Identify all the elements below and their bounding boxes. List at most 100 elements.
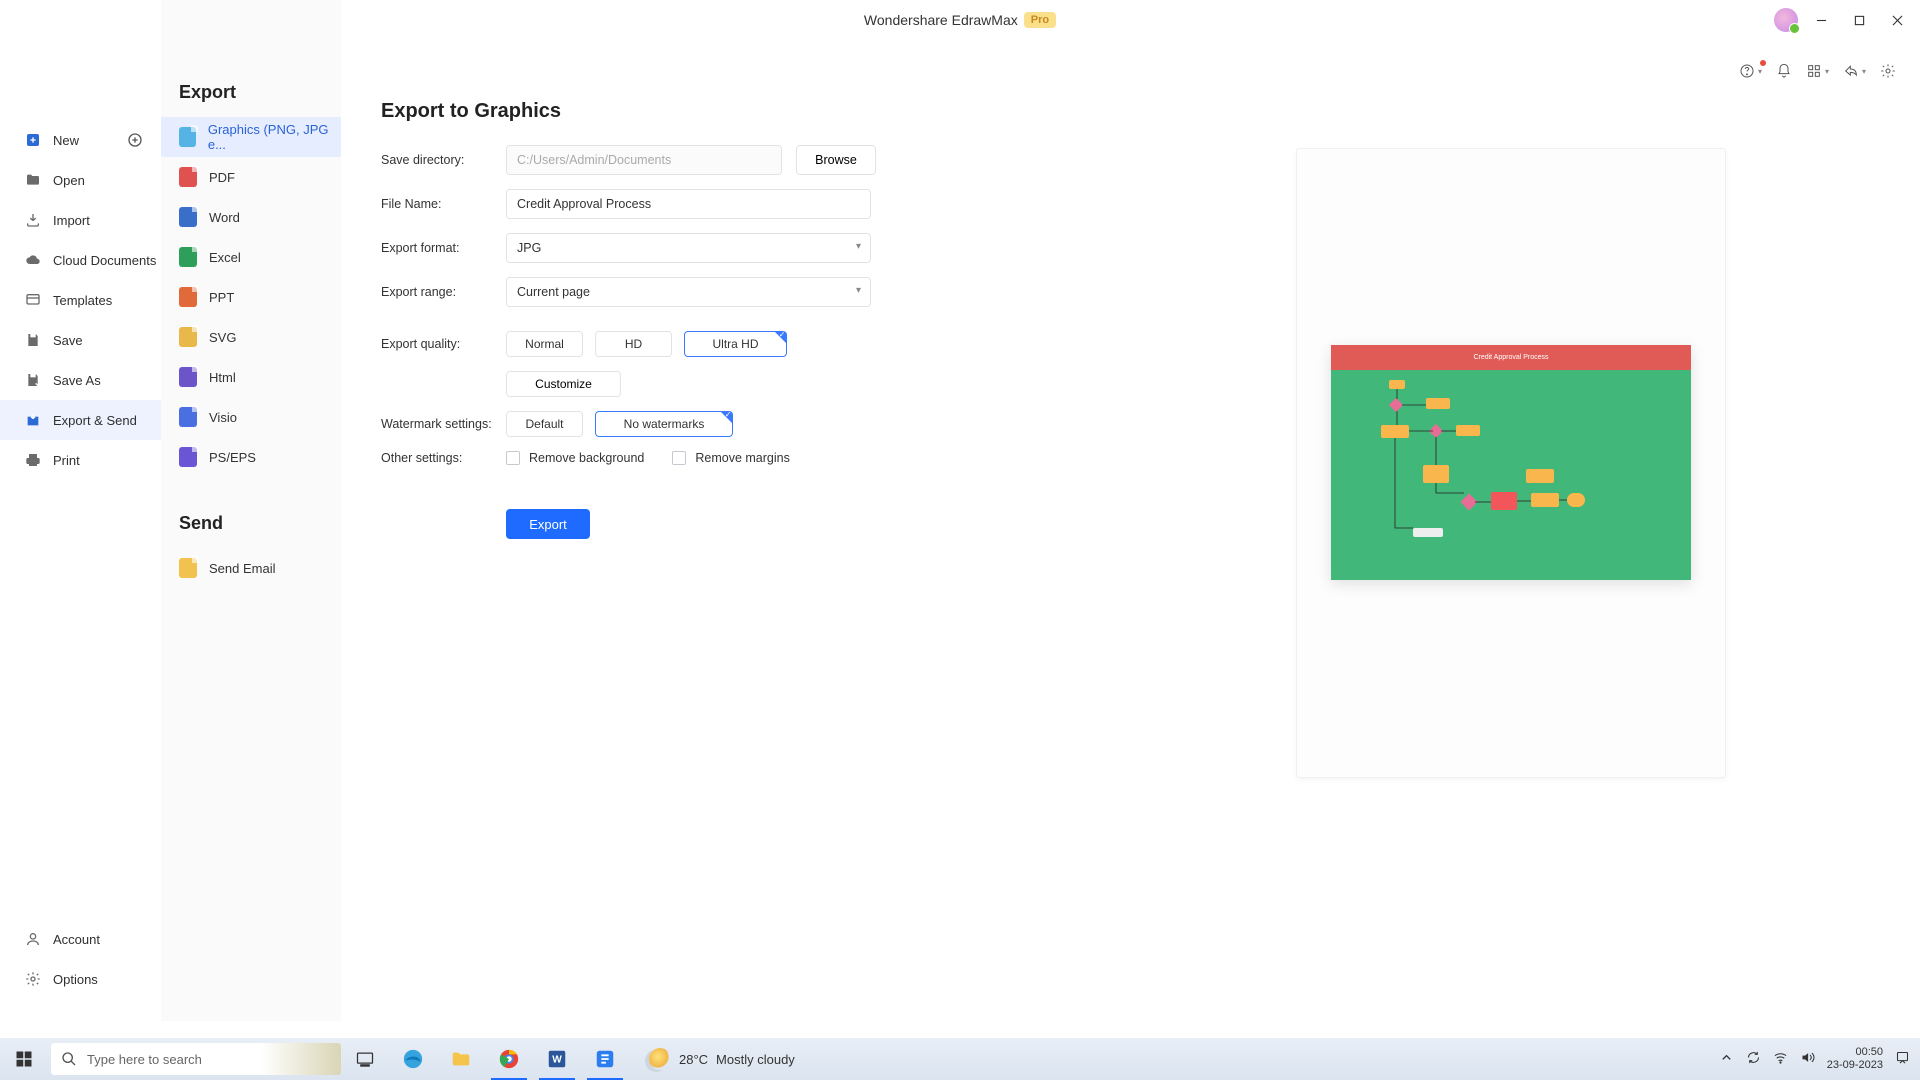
- remove-bg-label: Remove background: [529, 451, 644, 465]
- nav-save[interactable]: Save: [0, 320, 161, 360]
- file-nav: New Open Import Cloud Documents Template…: [0, 0, 161, 1021]
- export-main: Export to Graphics Save directory: C:/Us…: [341, 0, 1920, 1021]
- search-placeholder: Type here to search: [87, 1052, 202, 1067]
- nav-label: Print: [53, 453, 80, 468]
- nav-export-send[interactable]: Export & Send: [0, 400, 161, 440]
- nav-options[interactable]: Options: [0, 959, 161, 999]
- nav-account[interactable]: Account: [0, 919, 161, 959]
- export-range-value: Current page: [517, 285, 590, 299]
- nav-label: Open: [53, 173, 85, 188]
- other-settings-label: Other settings:: [381, 451, 506, 465]
- export-format-select[interactable]: JPG: [506, 233, 871, 263]
- explorer-app[interactable]: [437, 1038, 485, 1080]
- nav-saveas[interactable]: Save As: [0, 360, 161, 400]
- search-decoration: [261, 1043, 341, 1075]
- format-label: Excel: [209, 250, 241, 265]
- remove-bg-checkbox[interactable]: Remove background: [506, 451, 644, 465]
- checkbox-icon: [506, 451, 520, 465]
- tray-chevron[interactable]: [1719, 1050, 1734, 1068]
- taskbar: Type here to search W 28°C Mostly cloudy…: [0, 1038, 1920, 1080]
- nav-templates[interactable]: Templates: [0, 280, 161, 320]
- format-label: Visio: [209, 410, 237, 425]
- add-icon[interactable]: [127, 132, 143, 148]
- nav-open[interactable]: Open: [0, 160, 161, 200]
- chrome-app[interactable]: [485, 1038, 533, 1080]
- send-section-title: Send: [179, 513, 341, 534]
- excel-file-icon: [179, 247, 197, 267]
- format-word[interactable]: Word: [161, 197, 341, 237]
- save-icon: [25, 332, 41, 348]
- nav-new[interactable]: New: [0, 120, 161, 160]
- format-html[interactable]: Html: [161, 357, 341, 397]
- save-dir-input[interactable]: C:/Users/Admin/Documents: [506, 145, 782, 175]
- saveas-icon: [25, 372, 41, 388]
- ppt-file-icon: [179, 287, 197, 307]
- remove-margins-checkbox[interactable]: Remove margins: [672, 451, 789, 465]
- nav-cloud[interactable]: Cloud Documents: [0, 240, 161, 280]
- tray-wifi-icon[interactable]: [1773, 1050, 1788, 1068]
- format-label: Word: [209, 210, 240, 225]
- quality-ultra-label: Ultra HD: [712, 337, 758, 351]
- print-icon: [25, 452, 41, 468]
- quality-ultra-hd[interactable]: Ultra HD: [684, 331, 787, 357]
- watermark-none[interactable]: No watermarks: [595, 411, 733, 437]
- edge-app[interactable]: [389, 1038, 437, 1080]
- export-format-value: JPG: [517, 241, 541, 255]
- check-icon: [775, 332, 786, 343]
- gear-icon: [25, 971, 41, 987]
- quality-normal[interactable]: Normal: [506, 331, 583, 357]
- watermark-default[interactable]: Default: [506, 411, 583, 437]
- format-excel[interactable]: Excel: [161, 237, 341, 277]
- start-button[interactable]: [0, 1038, 48, 1080]
- format-label: PPT: [209, 290, 234, 305]
- export-format-panel: Export Graphics (PNG, JPG e... PDF Word …: [161, 0, 341, 1021]
- nav-label: Import: [53, 213, 90, 228]
- format-label: SVG: [209, 330, 236, 345]
- file-name-input[interactable]: Credit Approval Process: [506, 189, 871, 219]
- tray-sync-icon[interactable]: [1746, 1050, 1761, 1068]
- nav-label: Save: [53, 333, 83, 348]
- template-icon: [25, 292, 41, 308]
- date: 23-09-2023: [1827, 1059, 1883, 1072]
- export-range-select[interactable]: Current page: [506, 277, 871, 307]
- search-icon: [61, 1051, 77, 1067]
- export-range-label: Export range:: [381, 285, 506, 299]
- page-title: Export to Graphics: [381, 100, 1880, 123]
- search-input[interactable]: Type here to search: [51, 1043, 341, 1075]
- browse-button[interactable]: Browse: [796, 145, 876, 175]
- nav-import[interactable]: Import: [0, 200, 161, 240]
- word-app[interactable]: W: [533, 1038, 581, 1080]
- format-graphics[interactable]: Graphics (PNG, JPG e...: [161, 117, 341, 157]
- weather-widget[interactable]: 28°C Mostly cloudy: [649, 1048, 795, 1070]
- send-email[interactable]: Send Email: [161, 548, 341, 588]
- pdf-file-icon: [179, 167, 197, 187]
- tray-volume-icon[interactable]: [1800, 1050, 1815, 1068]
- nav-label: New: [53, 133, 79, 148]
- image-file-icon: [179, 127, 196, 147]
- export-button[interactable]: Export: [506, 509, 590, 539]
- folder-icon: [25, 172, 41, 188]
- nav-print[interactable]: Print: [0, 440, 161, 480]
- save-dir-label: Save directory:: [381, 153, 506, 167]
- format-ppt[interactable]: PPT: [161, 277, 341, 317]
- clock[interactable]: 00:50 23-09-2023: [1827, 1046, 1883, 1071]
- preview-flow: [1331, 370, 1691, 580]
- notification-center[interactable]: [1895, 1050, 1910, 1068]
- quality-hd[interactable]: HD: [595, 331, 672, 357]
- nav-label: Account: [53, 932, 100, 947]
- edraw-app[interactable]: [581, 1038, 629, 1080]
- format-pdf[interactable]: PDF: [161, 157, 341, 197]
- mail-icon: [179, 558, 197, 578]
- format-label: Graphics (PNG, JPG e...: [208, 122, 341, 152]
- weather-icon: [649, 1048, 671, 1070]
- format-pseps[interactable]: PS/EPS: [161, 437, 341, 477]
- format-visio[interactable]: Visio: [161, 397, 341, 437]
- cloud-icon: [25, 252, 41, 268]
- customize-button[interactable]: Customize: [506, 371, 621, 397]
- format-svg[interactable]: SVG: [161, 317, 341, 357]
- nav-label: Save As: [53, 373, 101, 388]
- task-view[interactable]: [341, 1038, 389, 1080]
- user-icon: [25, 931, 41, 947]
- nav-label: Options: [53, 972, 98, 987]
- export-format-label: Export format:: [381, 241, 506, 255]
